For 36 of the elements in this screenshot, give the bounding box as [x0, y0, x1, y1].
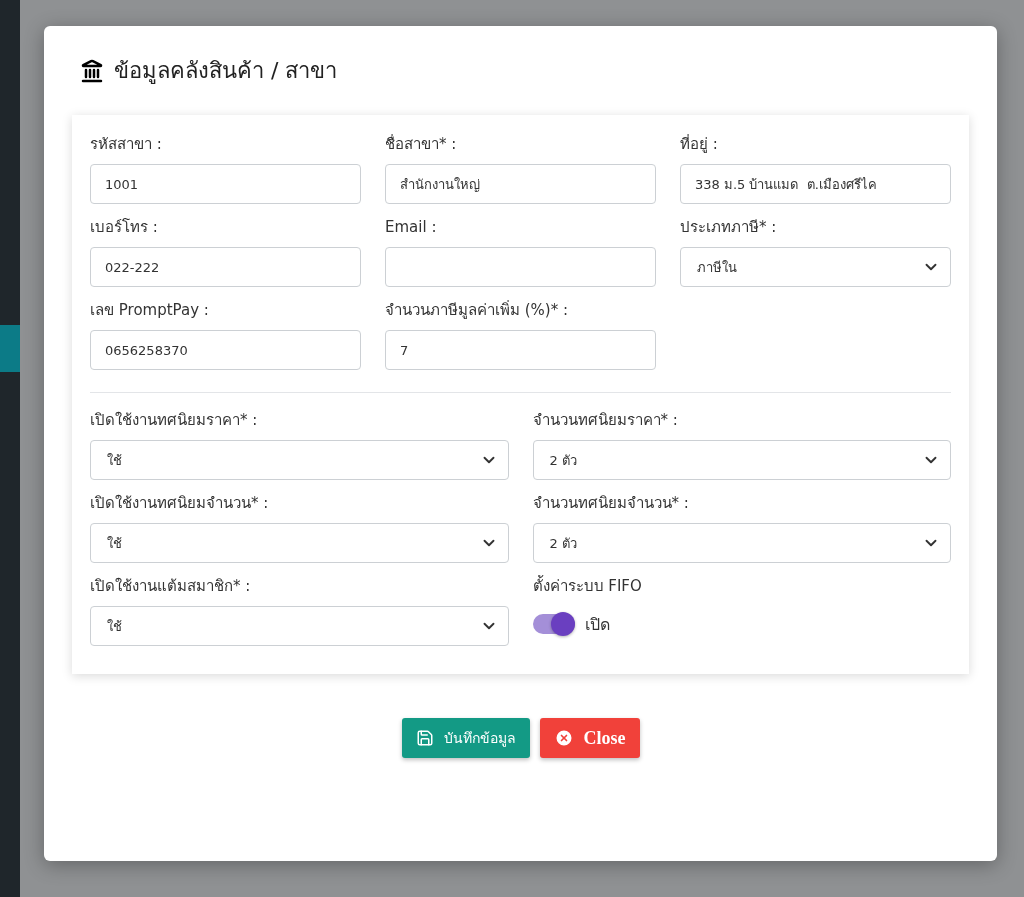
toggle-label: เปิด: [584, 613, 610, 636]
field-label: เปิดใช้งานแต้มสมาชิก* :: [90, 577, 252, 595]
field-label: ตั้งค่าระบบ FIFO: [532, 577, 643, 595]
select-field[interactable]: ใช้: [90, 440, 509, 480]
input-field[interactable]: 0656258370: [90, 330, 361, 370]
input-field[interactable]: 1001: [90, 164, 361, 204]
field-label: ชื่อสาขา* :: [385, 135, 458, 153]
field-label: ที่อยู่ :: [680, 135, 719, 153]
input-field[interactable]: สำนักงานใหญ่: [385, 164, 656, 204]
select-field[interactable]: 2 ตัว: [532, 440, 951, 480]
input-field[interactable]: [385, 247, 656, 287]
dialog-title: ข้อมูลคลังสินค้า / สาขา: [114, 57, 338, 86]
field-label: Email :: [385, 218, 438, 236]
field-label: รหัสสาขา :: [90, 135, 163, 153]
field-label: เลข PromptPay :: [90, 301, 210, 319]
field-label: จำนวนทศนิยมจำนวน* :: [532, 494, 690, 512]
save-button[interactable]: บันทึกข้อมูล: [401, 718, 530, 758]
save-icon: [415, 729, 434, 747]
field-label: เปิดใช้งานทศนิยมราคา* :: [90, 411, 259, 429]
field-label: เปิดใช้งานทศนิยมจำนวน* :: [90, 494, 270, 512]
toggle-switch[interactable]: [532, 614, 575, 634]
field-label: จำนวนทศนิยมราคา* :: [532, 411, 679, 429]
select-field[interactable]: ใช้: [90, 523, 509, 563]
select-field[interactable]: ภาษีใน: [680, 247, 951, 287]
field-label: เบอร์โทร :: [90, 218, 159, 236]
sidebar-highlight: [0, 325, 20, 372]
select-field[interactable]: 2 ตัว: [532, 523, 951, 563]
close-button[interactable]: Close: [539, 718, 640, 758]
select-field[interactable]: ใช้: [90, 606, 509, 646]
bank-icon: [80, 58, 104, 83]
field-label: จำนวนภาษีมูลค่าเพิ่ม (%)* :: [385, 301, 570, 319]
input-field[interactable]: 022-222: [90, 247, 361, 287]
field-label: ประเภทภาษี* :: [680, 218, 778, 236]
input-field[interactable]: 338 ม.5 บ้านแมด ต.เมืองศรีไค: [680, 164, 951, 204]
close-icon: [553, 728, 574, 748]
input-field[interactable]: 7: [385, 330, 656, 370]
